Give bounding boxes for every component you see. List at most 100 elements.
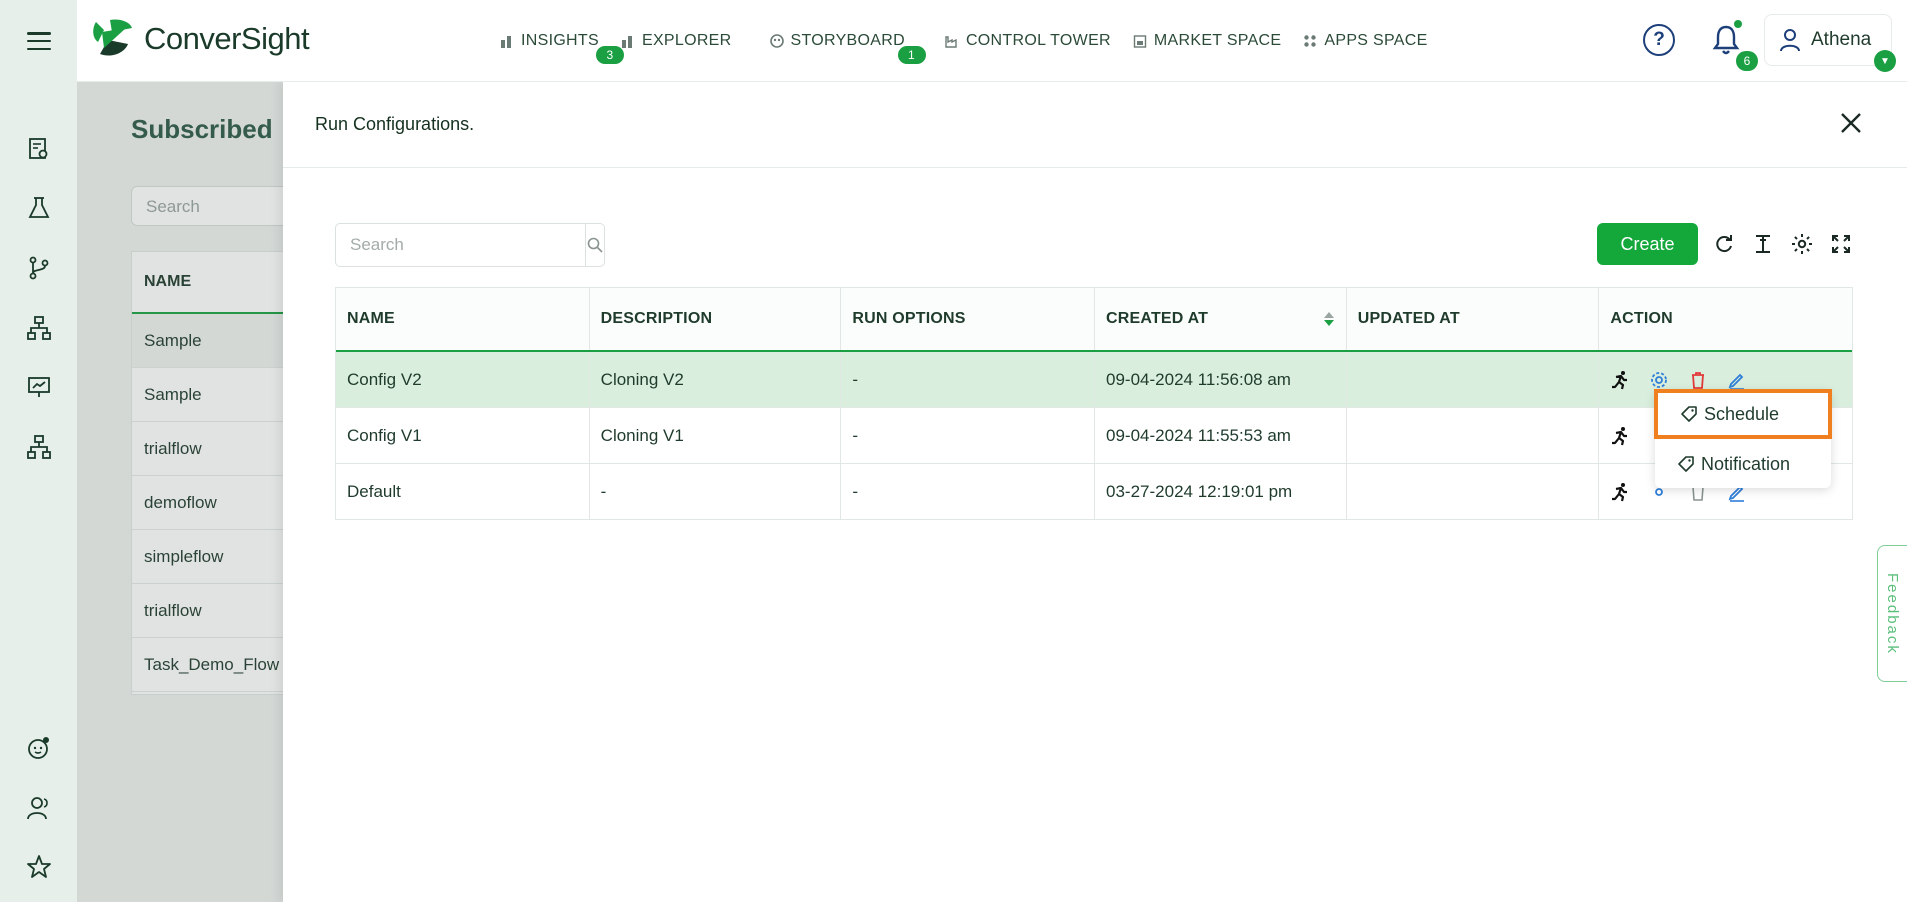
column-header-name[interactable]: NAME bbox=[336, 288, 590, 350]
table-row[interactable]: Default - - 03-27-2024 12:19:01 pm bbox=[336, 464, 1852, 519]
column-header-created-at[interactable]: CREATED AT bbox=[1095, 288, 1347, 350]
settings-icon[interactable] bbox=[1790, 232, 1814, 256]
cell-name: Config V2 bbox=[336, 352, 590, 407]
nav-explorer[interactable]: EXPLORER bbox=[621, 32, 732, 50]
brand-name: ConverSight bbox=[144, 21, 310, 56]
bar-chart-icon bbox=[501, 36, 511, 48]
settings-dropdown-menu: Schedule Notification bbox=[1654, 389, 1832, 488]
nav-apps-space[interactable]: APPS SPACE bbox=[1303, 32, 1427, 50]
cell-name: Config V1 bbox=[336, 408, 590, 463]
menu-item-schedule[interactable]: Schedule bbox=[1654, 389, 1832, 439]
user-icon bbox=[1780, 29, 1800, 52]
flask-icon[interactable] bbox=[26, 195, 52, 221]
cell-description: Cloning V2 bbox=[590, 352, 842, 407]
feedback-tab[interactable]: Feedback bbox=[1877, 545, 1907, 682]
chevron-down-icon[interactable]: ▼ bbox=[1874, 50, 1896, 72]
column-header-run-options[interactable]: RUN OPTIONS bbox=[841, 288, 1096, 350]
cell-run-options: - bbox=[841, 464, 1096, 519]
menu-item-notification[interactable]: Notification bbox=[1655, 442, 1831, 486]
search-icon bbox=[587, 237, 603, 253]
hamburger-icon bbox=[26, 32, 51, 50]
cell-description: - bbox=[590, 464, 842, 519]
feedback-label: Feedback bbox=[1884, 572, 1901, 655]
factory-icon bbox=[945, 36, 957, 48]
edit-icon[interactable] bbox=[1727, 370, 1747, 390]
search-input[interactable] bbox=[336, 224, 585, 266]
cell-run-options: - bbox=[841, 408, 1096, 463]
nav-label: EXPLORER bbox=[641, 32, 732, 49]
notification-count-badge: 6 bbox=[1736, 51, 1758, 71]
branch-icon[interactable] bbox=[26, 255, 52, 281]
hierarchy-icon[interactable] bbox=[26, 315, 52, 341]
bar-chart-icon bbox=[621, 36, 632, 48]
insights-badge: 3 bbox=[596, 46, 624, 64]
run-icon[interactable] bbox=[1610, 370, 1630, 390]
run-configurations-drawer: Run Configurations. Create NAME DESCRIPT… bbox=[283, 82, 1907, 902]
menu-item-label: Schedule bbox=[1704, 403, 1780, 424]
close-icon[interactable] bbox=[1838, 110, 1864, 136]
storyboard-badge: 1 bbox=[897, 46, 926, 64]
hierarchy-icon[interactable] bbox=[26, 434, 52, 460]
run-icon[interactable] bbox=[1610, 482, 1630, 502]
menu-item-label: Notification bbox=[1701, 453, 1791, 474]
nav-label: INSIGHTS bbox=[521, 32, 599, 49]
palette-icon bbox=[769, 34, 784, 48]
table-row[interactable]: Config V1 Cloning V1 - 09-04-2024 11:55:… bbox=[336, 408, 1852, 464]
conversight-logo-icon bbox=[93, 19, 132, 56]
tag-icon bbox=[1678, 456, 1694, 472]
search-button[interactable] bbox=[585, 224, 604, 266]
left-sidebar bbox=[0, 82, 77, 902]
assistant-icon[interactable] bbox=[26, 735, 52, 761]
create-button[interactable]: Create bbox=[1597, 223, 1698, 265]
search-field bbox=[335, 223, 605, 267]
delete-icon[interactable] bbox=[1688, 370, 1708, 390]
run-configurations-table: NAME DESCRIPTION RUN OPTIONS CREATED AT … bbox=[335, 287, 1853, 520]
main-nav: INSIGHTS 3 EXPLORER STORYBOARD 1 CONTROL… bbox=[500, 0, 1428, 82]
store-icon bbox=[1133, 35, 1147, 48]
top-bar: ConverSight INSIGHTS 3 EXPLORER STORYBOA… bbox=[0, 0, 1907, 82]
help-icon[interactable]: ? bbox=[1643, 24, 1675, 56]
cell-run-options: - bbox=[841, 352, 1096, 407]
menu-toggle-button[interactable] bbox=[0, 0, 77, 82]
nav-market-space[interactable]: MARKET SPACE bbox=[1133, 32, 1281, 50]
nav-insights[interactable]: INSIGHTS 3 bbox=[500, 32, 624, 64]
tag-icon bbox=[1681, 406, 1697, 422]
cell-created-at: 09-04-2024 11:56:08 am bbox=[1095, 352, 1347, 407]
nav-control-tower[interactable]: CONTROL TOWER bbox=[945, 32, 1111, 50]
column-header-action: ACTION bbox=[1599, 288, 1853, 350]
nav-label: MARKET SPACE bbox=[1153, 32, 1282, 49]
nav-storyboard[interactable]: STORYBOARD 1 bbox=[769, 32, 926, 64]
drawer-header: Run Configurations. bbox=[283, 82, 1907, 168]
cell-name: Default bbox=[336, 464, 590, 519]
cell-updated-at bbox=[1347, 352, 1600, 407]
cell-updated-at bbox=[1347, 408, 1600, 463]
cell-updated-at bbox=[1347, 464, 1600, 519]
nav-label: APPS SPACE bbox=[1324, 32, 1428, 49]
column-header-updated-at[interactable]: UPDATED AT bbox=[1346, 288, 1600, 350]
column-header-description[interactable]: DESCRIPTION bbox=[589, 288, 842, 350]
nav-label: CONTROL TOWER bbox=[965, 32, 1111, 49]
nav-label: STORYBOARD bbox=[790, 32, 905, 49]
fullscreen-icon[interactable] bbox=[1829, 232, 1853, 256]
drawer-title: Run Configurations. bbox=[315, 114, 475, 134]
brand-logo[interactable]: ConverSight bbox=[90, 18, 310, 60]
notification-dot bbox=[1734, 20, 1742, 28]
sort-icon[interactable] bbox=[1323, 312, 1334, 326]
cell-created-at: 03-27-2024 12:19:01 pm bbox=[1095, 464, 1347, 519]
user-name: Athena bbox=[1811, 29, 1872, 50]
cell-created-at: 09-04-2024 11:55:53 am bbox=[1095, 408, 1347, 463]
report-search-icon[interactable] bbox=[26, 136, 52, 162]
users-icon[interactable] bbox=[26, 795, 52, 821]
bell-icon[interactable] bbox=[1712, 24, 1740, 56]
star-icon[interactable] bbox=[26, 854, 52, 880]
text-height-icon[interactable] bbox=[1751, 232, 1775, 256]
grid-icon bbox=[1304, 35, 1317, 47]
presentation-icon[interactable] bbox=[26, 374, 52, 400]
refresh-icon[interactable] bbox=[1712, 232, 1736, 256]
table-header-row: NAME DESCRIPTION RUN OPTIONS CREATED AT … bbox=[336, 288, 1853, 352]
user-menu-button[interactable]: Athena bbox=[1764, 14, 1892, 66]
table-row[interactable]: Config V2 Cloning V2 - 09-04-2024 11:56:… bbox=[336, 352, 1852, 408]
run-icon[interactable] bbox=[1610, 426, 1630, 446]
cell-description: Cloning V1 bbox=[590, 408, 842, 463]
settings-icon[interactable] bbox=[1649, 370, 1669, 390]
